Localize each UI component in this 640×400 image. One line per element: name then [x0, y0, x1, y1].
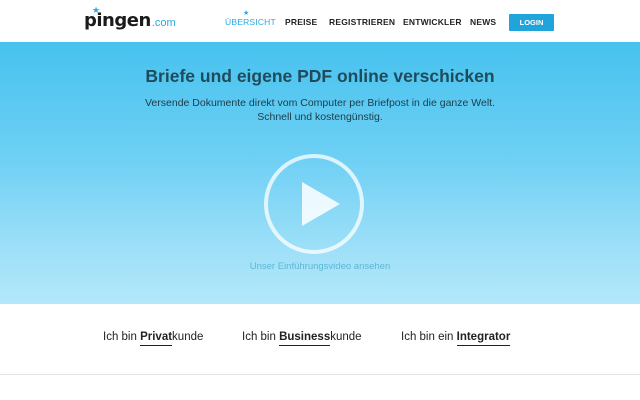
- segment-suffix: kunde: [172, 331, 204, 343]
- main-nav: ★ ÜBERSICHT PREISE REGISTRIEREN ENTWICKL…: [0, 0, 640, 42]
- segment-privat-link[interactable]: Ich bin Privatkunde: [103, 331, 204, 346]
- video-play-button[interactable]: [264, 154, 364, 254]
- hero-subtitle-line-1: Versende Dokumente direkt vom Computer p…: [145, 97, 495, 109]
- nav-item-registrieren[interactable]: REGISTRIEREN: [329, 17, 395, 27]
- nav-item-news[interactable]: NEWS: [470, 17, 496, 27]
- play-icon: [302, 182, 340, 226]
- hero-subtitle: Versende Dokumente direkt vom Computer p…: [0, 96, 640, 124]
- hero-section: Briefe und eigene PDF online verschicken…: [0, 42, 640, 304]
- active-nav-star-icon: ★: [243, 10, 250, 17]
- segment-suffix: kunde: [330, 331, 362, 343]
- hero-title: Briefe und eigene PDF online verschicken: [145, 66, 495, 86]
- segment-prefix: Ich bin ein: [401, 331, 457, 343]
- segment-prefix: Ich bin: [242, 331, 280, 343]
- segment-keyword: Business: [279, 331, 331, 346]
- site-header: ★ pingen .com ★ ÜBERSICHT PREISE REGISTR…: [0, 0, 640, 42]
- video-caption-link[interactable]: Unser Einführungsvideo ansehen: [0, 261, 640, 272]
- nav-item-preise[interactable]: PREISE: [285, 17, 317, 27]
- segment-business-link[interactable]: Ich bin Businesskunde: [242, 331, 362, 346]
- segment-integrator-link[interactable]: Ich bin ein Integrator: [401, 331, 511, 346]
- customer-segments: Ich bin Privatkunde Ich bin Businesskund…: [0, 304, 640, 374]
- segment-keyword: Privat: [140, 331, 173, 346]
- nav-item-entwickler[interactable]: ENTWICKLER: [403, 17, 462, 27]
- nav-item-uebersicht[interactable]: ÜBERSICHT: [225, 17, 276, 27]
- login-button[interactable]: LOGIN: [509, 14, 554, 31]
- segment-keyword: Integrator: [456, 331, 511, 346]
- section-divider: [0, 374, 640, 375]
- hero-subtitle-line-2: Schnell und kostengünstig.: [257, 111, 383, 123]
- segment-prefix: Ich bin: [103, 331, 141, 343]
